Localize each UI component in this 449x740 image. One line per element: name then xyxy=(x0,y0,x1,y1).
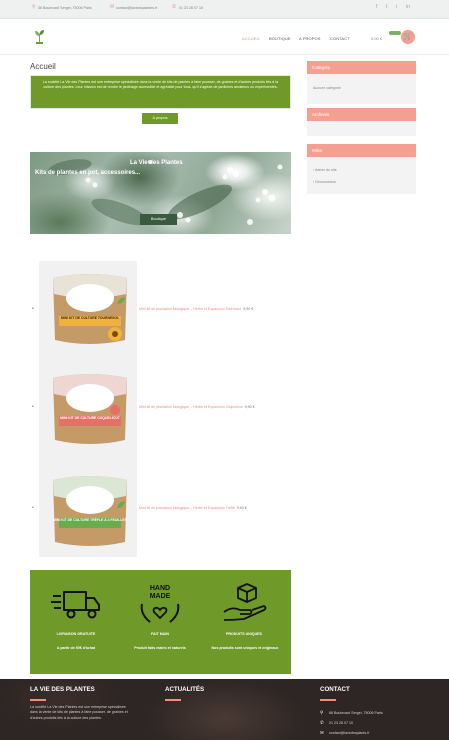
location-icon: ⚲ xyxy=(320,710,324,715)
svg-text:HAND: HAND xyxy=(150,585,170,592)
product-price: 9,90 € xyxy=(243,307,254,311)
product-link[interactable]: Mini kit de plantation biologique – Herb… xyxy=(139,307,253,311)
product-price: 9,90 € xyxy=(244,405,255,409)
logo-icon[interactable] xyxy=(33,29,46,45)
shop-button[interactable]: Boutique xyxy=(140,214,177,225)
product-link[interactable]: Mini kit de plantation biologique – Herb… xyxy=(139,405,255,409)
product-label: MINI KIT DE CULTURE TRÈFLE À 4 FEUILLES xyxy=(53,517,128,522)
hero-subtitle: Kits de plantes en pot, accessoires... xyxy=(35,170,141,176)
mail-icon: ✉ xyxy=(110,4,115,10)
product-label: MINI KIT DE CULTURE TOURNESOL xyxy=(61,316,119,320)
product-image[interactable]: MINI KIT DE CULTURE TOURNESOL xyxy=(47,268,133,346)
meta-widget: Meta › Admin du site › Déconnexion xyxy=(307,144,416,194)
svg-text:MADE: MADE xyxy=(150,593,171,600)
product-label: MINI KIT DE CULTURE COQUELICOT xyxy=(60,416,121,420)
list-bullet: • xyxy=(32,404,34,410)
topbar-address: 36 Boulevard Sergei, 75006 Paris xyxy=(38,6,92,10)
feature-title: FAIT MAIN xyxy=(151,632,169,636)
intro-banner: La société La Vie des Plantes est une en… xyxy=(30,75,291,109)
page-title: Accueil xyxy=(30,62,56,71)
footer-contact-title: CONTACT xyxy=(320,686,350,693)
cart-icon[interactable]: 🛒 xyxy=(401,30,415,44)
facebook-icon[interactable]: f xyxy=(376,5,377,10)
footer-divider xyxy=(30,699,46,701)
location-icon: ⚲ xyxy=(32,4,36,10)
archives-widget: Archives xyxy=(307,108,416,136)
box-hand-icon xyxy=(223,583,267,621)
feature-text: A partir de 50€ d'achat xyxy=(56,646,96,650)
site-footer: LA VIE DES PLANTES La société La Vie des… xyxy=(0,679,449,740)
linkedin-icon[interactable]: in xyxy=(406,5,410,10)
mail-icon: ✉ xyxy=(320,730,324,735)
about-button[interactable]: A propos xyxy=(142,113,178,124)
widget-title: Category xyxy=(307,61,416,74)
footer-divider xyxy=(165,699,181,701)
category-widget: Category Aucune catégorie xyxy=(307,61,416,104)
features-band: HAND MADE LIVRAISON GRATUITE A partir de… xyxy=(30,570,291,674)
footer-email[interactable]: contact@lavedesplants.fr xyxy=(329,731,369,735)
twitter-icon[interactable]: t xyxy=(386,5,387,10)
product-image[interactable]: MINI KIT DE CULTURE COQUELICOT xyxy=(47,368,133,446)
list-bullet: • xyxy=(32,505,34,511)
footer-phone[interactable]: 01 23 28 07 10 xyxy=(329,721,353,725)
footer-about-text: La société La Vie des Plantes est une en… xyxy=(30,705,128,720)
product-price: 9,90 € xyxy=(236,506,247,510)
nav-a-propos[interactable]: A PROPOS xyxy=(299,36,320,41)
site-header: ACCUEIL BOUTIQUE A PROPOS CONTACT 0,00 €… xyxy=(0,19,449,55)
footer-about-title: LA VIE DES PLANTES xyxy=(30,686,95,693)
footer-address: 68 Boulevard Sergei, 75006 Paris xyxy=(329,711,383,715)
meta-link-admin[interactable]: › Admin du site xyxy=(307,168,337,172)
footer-divider xyxy=(320,699,336,701)
instagram-icon[interactable]: i xyxy=(396,5,397,10)
feature-title: PRODUITS UNIQUES xyxy=(226,632,262,636)
handmade-icon: HAND MADE xyxy=(140,585,180,623)
product-link[interactable]: Mini kit de plantation biologique – Herb… xyxy=(139,506,247,510)
feature-text: Produit faits mains et naturels xyxy=(134,646,186,650)
hero-banner: La Vie des Plantes Kits de plantes en po… xyxy=(30,152,291,234)
product-image[interactable]: MINI KIT DE CULTURE TRÈFLE À 4 FEUILLES xyxy=(47,470,133,548)
topbar-phone[interactable]: 01 23 28 07 10 xyxy=(179,6,203,10)
top-bar: ⚲ 36 Boulevard Sergei, 75006 Paris ✉ con… xyxy=(0,0,449,19)
widget-title: Meta xyxy=(307,144,416,157)
phone-icon: ✆ xyxy=(172,4,177,10)
nav-accueil[interactable]: ACCUEIL xyxy=(242,36,260,41)
feature-text: Nos produits sont uniques et originaux xyxy=(211,646,279,650)
nav-contact[interactable]: CONTACT xyxy=(330,36,350,41)
cart-progress xyxy=(389,31,401,35)
meta-link-logout[interactable]: › Déconnexion xyxy=(307,180,336,184)
category-empty-text: Aucune catégorie xyxy=(313,86,341,90)
cart-price[interactable]: 0,00 € xyxy=(371,36,382,41)
truck-icon xyxy=(51,591,100,619)
list-bullet: • xyxy=(32,306,34,312)
widget-title: Archives xyxy=(307,108,416,121)
topbar-email[interactable]: contact@lavieduplantes.fr xyxy=(116,6,157,10)
nav-boutique[interactable]: BOUTIQUE xyxy=(269,36,291,41)
feature-title: LIVRAISON GRATUITE xyxy=(56,632,96,636)
footer-news-title: ACTUALITÉS xyxy=(165,686,205,693)
phone-icon: ✆ xyxy=(320,720,324,725)
hero-title: La Vie des Plantes xyxy=(130,160,183,166)
